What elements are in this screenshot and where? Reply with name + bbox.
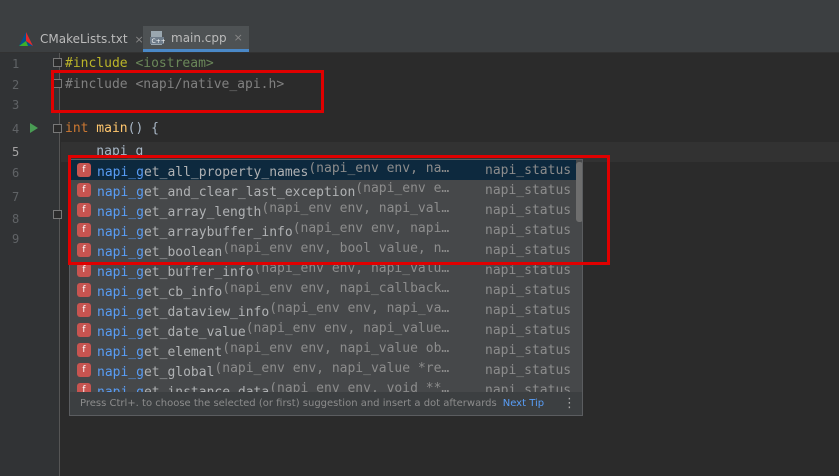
code-text: () { [127, 121, 159, 136]
completion-signature: (napi_env env, napi_va… [269, 300, 450, 316]
completion-name: et_global [143, 364, 215, 380]
completion-return-type: napi_status [485, 302, 572, 318]
completion-text: napi_get_cb_info(napi_env env, napi_call… [97, 281, 486, 300]
tab-label: CMakeLists.txt [40, 32, 128, 46]
completion-name: et_buffer_info [143, 264, 254, 280]
method-icon: f [77, 283, 91, 297]
code-line-4: int main() { [65, 119, 159, 139]
include-directive: #include [65, 56, 128, 71]
completion-text: napi_get_date_value(napi_env env, napi_v… [97, 321, 486, 340]
highlight-box-completions [68, 155, 610, 265]
completion-footer: Press Ctrl+. to choose the selected (or … [70, 392, 582, 415]
method-icon: f [77, 363, 91, 377]
completion-signature: (napi_env env, napi_value *re… [214, 360, 450, 376]
completion-signature: (napi_env env, napi_value… [245, 320, 450, 336]
completion-item[interactable]: f napi_get_global(napi_env env, napi_val… [70, 360, 576, 380]
completion-name: et_date_value [143, 324, 246, 340]
method-icon: f [77, 343, 91, 357]
method-icon: f [77, 323, 91, 337]
include-header: <iostream> [127, 56, 214, 71]
completion-match: napi_g [97, 304, 144, 320]
tab-main-cpp[interactable]: C++ main.cpp × [143, 26, 249, 52]
completion-text: napi_get_global(napi_env env, napi_value… [97, 361, 486, 380]
completion-match: napi_g [97, 264, 144, 280]
line-number: 2 [12, 78, 20, 92]
line-number: 7 [12, 190, 20, 204]
completion-return-type: napi_status [485, 322, 572, 338]
keyword: int [65, 121, 89, 136]
completion-item[interactable]: f napi_get_date_value(napi_env env, napi… [70, 320, 576, 340]
completion-return-type: napi_status [485, 282, 572, 298]
tab-label: main.cpp [171, 30, 227, 45]
line-number: 8 [12, 212, 20, 226]
completion-text: napi_get_dataview_info(napi_env env, nap… [97, 301, 486, 320]
more-options-icon[interactable]: ⋮ [563, 396, 576, 411]
completion-return-type: napi_status [485, 362, 572, 378]
line-number: 6 [12, 166, 20, 180]
completion-match: napi_g [97, 324, 144, 340]
line-number: 1 [12, 57, 20, 71]
completion-item[interactable]: f napi_get_cb_info(napi_env env, napi_ca… [70, 280, 576, 300]
line-number: 9 [12, 232, 20, 246]
run-icon[interactable] [30, 123, 38, 133]
cmake-icon [18, 31, 34, 47]
completion-item[interactable]: f napi_get_dataview_info(napi_env env, n… [70, 300, 576, 320]
svg-text:C++: C++ [152, 38, 166, 45]
cpp-file-icon: C++ [149, 30, 166, 46]
line-number-gutter: 1 2 3 4 5 6 7 8 9 [0, 53, 60, 476]
title-bar [0, 0, 839, 26]
completion-match: napi_g [97, 364, 144, 380]
completion-name: et_element [143, 344, 223, 360]
method-icon: f [77, 303, 91, 317]
highlight-box-include [51, 70, 324, 113]
line-number: 5 [12, 145, 20, 159]
completion-signature: (napi_env env, napi_value ob… [222, 340, 450, 356]
completion-item[interactable]: f napi_get_element(napi_env env, napi_va… [70, 340, 576, 360]
completion-return-type: napi_status [485, 342, 572, 358]
completion-name: et_cb_info [143, 284, 223, 300]
completion-match: napi_g [97, 284, 144, 300]
completion-match: napi_g [97, 344, 144, 360]
function-name: main [88, 121, 128, 136]
close-icon[interactable]: × [234, 31, 243, 44]
editor-tab-bar: CMakeLists.txt × C++ main.cpp × [0, 26, 839, 53]
completion-text: napi_get_element(napi_env env, napi_valu… [97, 341, 486, 360]
line-number: 4 [12, 122, 20, 136]
completion-hint: Press Ctrl+. to choose the selected (or … [80, 398, 497, 409]
tab-cmakelists[interactable]: CMakeLists.txt × [12, 26, 150, 52]
line-number: 3 [12, 98, 20, 112]
completion-signature: (napi_env env, napi_callback… [222, 280, 450, 296]
method-icon: f [77, 263, 91, 277]
completion-name: et_dataview_info [143, 304, 270, 320]
next-tip-link[interactable]: Next Tip [503, 398, 544, 409]
